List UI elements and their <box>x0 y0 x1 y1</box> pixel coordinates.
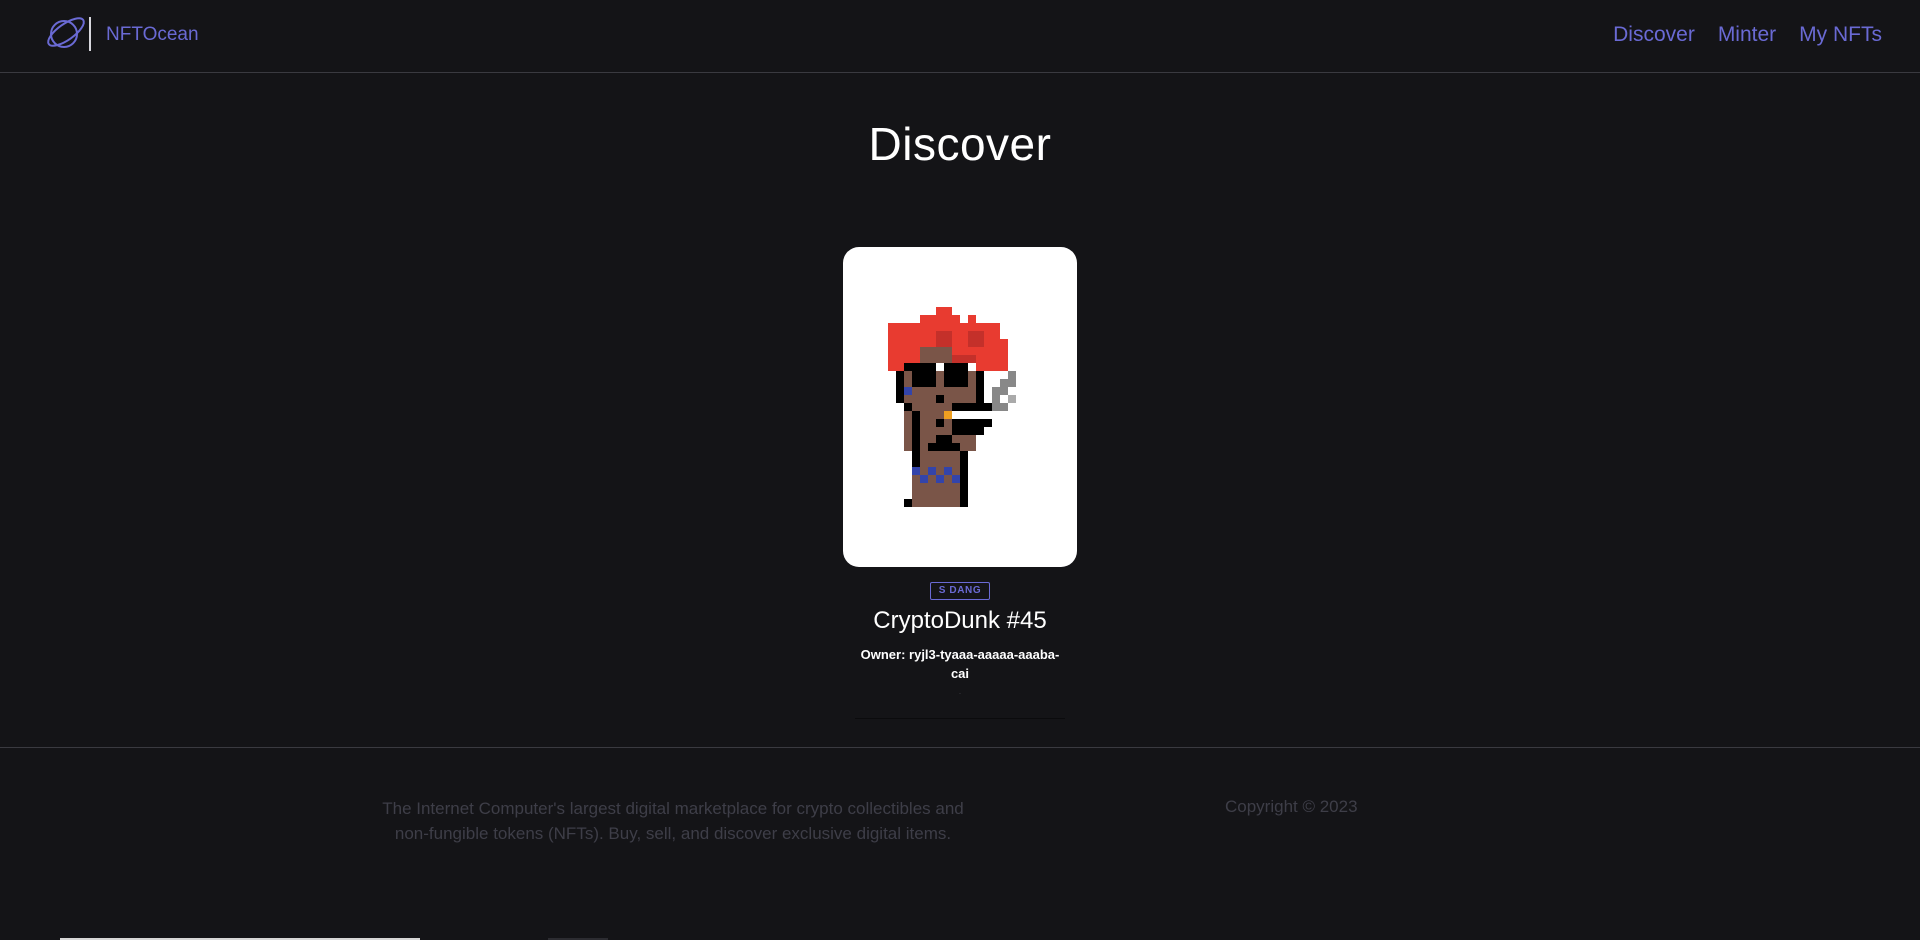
brand-link[interactable]: NFTOcean <box>106 24 199 46</box>
planet-icon[interactable] <box>44 14 88 54</box>
footer-copyright: Copyright © 2023 <box>1225 797 1358 816</box>
footer-divider <box>0 747 1920 748</box>
nft-name: CryptoDunk #45 <box>873 607 1047 634</box>
page-title: Discover <box>868 118 1052 170</box>
nft-owner: Owner: ryjl3-tyaaa-aaaaa-aaaba-cai <box>860 647 1060 681</box>
nav-discover[interactable]: Discover <box>1613 23 1695 47</box>
nft-card-image[interactable] <box>843 247 1077 567</box>
main-nav: Discover Minter My NFTs <box>1613 23 1882 47</box>
logo-divider <box>89 17 91 51</box>
pixel-art-nft-icon <box>888 307 1016 507</box>
site-header: NFTOcean Discover Minter My NFTs <box>0 0 1920 73</box>
card-divider <box>855 718 1065 719</box>
nav-minter[interactable]: Minter <box>1718 23 1776 47</box>
nav-my-nfts[interactable]: My NFTs <box>1799 23 1882 47</box>
creator-badge: S DANG <box>930 582 990 600</box>
card-status-dot: · <box>958 688 962 698</box>
footer-description: The Internet Computer's largest digital … <box>382 799 964 843</box>
